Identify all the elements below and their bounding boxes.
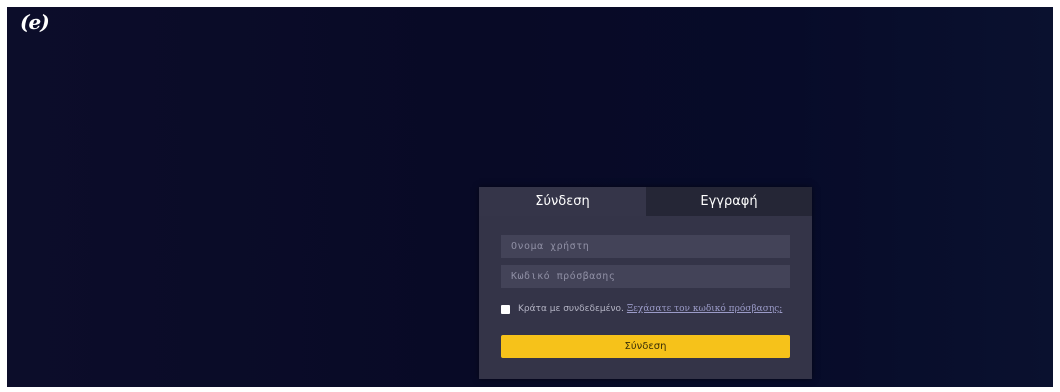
brand-logo[interactable]: (e) bbox=[20, 10, 50, 34]
remember-checkbox[interactable] bbox=[501, 304, 510, 314]
auth-tabs: Σύνδεση Εγγραφή bbox=[479, 187, 812, 216]
tab-register[interactable]: Εγγραφή bbox=[646, 187, 812, 216]
login-page: (e) Σύνδεση Εγγραφή Κράτα με συνδεδεμένο… bbox=[7, 7, 1053, 387]
username-input[interactable] bbox=[501, 235, 790, 258]
remember-label: Κράτα με συνδεδεμένο. bbox=[518, 304, 624, 314]
forgot-password-link[interactable]: Ξεχάσατε τον κωδικό πρόσβασης; bbox=[627, 304, 782, 314]
tab-login[interactable]: Σύνδεση bbox=[479, 187, 646, 216]
remember-row: Κράτα με συνδεδεμένο. Ξεχάσατε τον κωδικ… bbox=[501, 302, 801, 316]
login-button[interactable]: Σύνδεση bbox=[501, 335, 790, 358]
login-card: Σύνδεση Εγγραφή Κράτα με συνδεδεμένο. Ξε… bbox=[479, 187, 812, 379]
password-input[interactable] bbox=[501, 265, 790, 288]
